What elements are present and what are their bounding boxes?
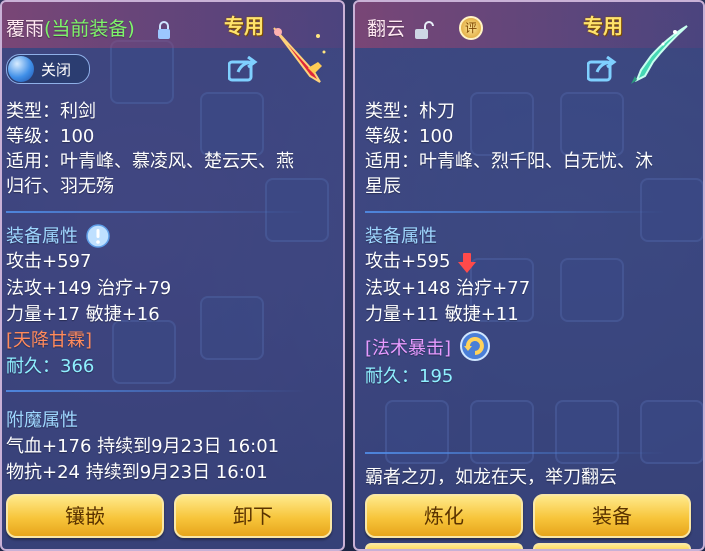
item-level: 等级：100 — [365, 126, 454, 147]
durability-label: 耐久： — [6, 356, 60, 377]
attack-stat: 攻击+595 — [365, 249, 450, 274]
usable-classes: 适用：叶青峰、慕凌风、楚云天、燕 — [6, 151, 294, 172]
item-description: 霸者之刃，如龙在天，举刀翻云 — [365, 467, 617, 488]
info-icon[interactable] — [86, 224, 110, 248]
special-skill: [天降甘霖] — [6, 330, 93, 351]
section-divider — [6, 390, 306, 392]
magic-heal-stat: 法攻+148 治疗+77 — [365, 278, 531, 299]
unlock-icon[interactable] — [413, 20, 435, 40]
section-divider — [365, 452, 665, 454]
refine-button[interactable]: 炼化 — [365, 494, 523, 538]
exclusive-label: 专用 — [583, 14, 623, 38]
toggle-label: 关闭 — [41, 61, 72, 79]
display-toggle[interactable]: 关闭 — [6, 54, 90, 84]
sword-icon — [273, 27, 326, 83]
usable-classes-cont: 归行、羽无殇 — [6, 176, 114, 197]
section-divider — [6, 211, 306, 213]
lock-icon[interactable] — [156, 20, 172, 40]
usable-classes-cont: 星辰 — [365, 176, 401, 197]
compare-equipment-panel: 翻云 评 专用 类型：朴刀 等级：100 适用：叶青峰、烈千阳、白无忧、沐 星辰… — [353, 0, 705, 551]
exclusive-label: 专用 — [224, 14, 264, 38]
str-agi-stat: 力量+17 敏捷+16 — [6, 304, 160, 325]
item-name: 覆雨(当前装备) — [6, 14, 135, 41]
item-name-text: 覆雨 — [6, 18, 45, 40]
share-icon[interactable] — [228, 56, 258, 82]
durability-label: 耐久： — [365, 366, 419, 387]
section-divider — [365, 211, 665, 213]
attack-stat-text: 攻击+595 — [365, 251, 451, 272]
enchant-hp: 气血+176 持续到9月23日 16:01 — [6, 436, 280, 457]
attack-stat: 攻击+597 — [6, 251, 92, 272]
durability: 耐久：366 — [6, 354, 94, 379]
enchant-pdef: 物抗+24 持续到9月23日 16:01 — [6, 462, 268, 483]
attr-section-title: 装备属性 — [6, 226, 78, 247]
item-type: 类型：朴刀 — [365, 101, 455, 122]
enchant-section-title: 附魔属性 — [6, 410, 78, 431]
item-level: 等级：100 — [6, 126, 95, 147]
durability-value: 195 — [419, 366, 454, 387]
durability: 耐久：195 — [365, 364, 453, 389]
usable-classes: 适用：叶青峰、烈千阳、白无忧、沐 — [365, 151, 653, 172]
str-agi-stat: 力量+11 敏捷+11 — [365, 304, 519, 325]
blade-icon — [631, 25, 688, 84]
magic-heal-stat: 法攻+149 治疗+79 — [6, 278, 172, 299]
item-name: 翻云 — [367, 18, 406, 40]
unequip-button[interactable]: 卸下 — [174, 494, 332, 538]
special-skill: [法术暴击] — [365, 338, 452, 359]
equipped-tag: (当前装备) — [44, 18, 135, 40]
share-icon[interactable] — [587, 56, 617, 82]
item-type: 类型：利剑 — [6, 101, 96, 122]
toggle-knob — [8, 56, 34, 82]
equip-button[interactable]: 装备 — [533, 494, 691, 538]
durability-value: 366 — [60, 356, 95, 377]
rating-badge-icon[interactable]: 评 — [459, 16, 483, 40]
arrow-down-icon — [458, 253, 476, 273]
attr-section-title: 装备属性 — [365, 226, 437, 247]
current-equipment-panel: 覆雨(当前装备) 专用 关闭 类型：利剑 等级：100 适用：叶青峰、慕凌风、楚… — [0, 0, 345, 551]
extra-button[interactable] — [533, 543, 691, 549]
skill-refresh-icon[interactable] — [459, 330, 491, 362]
inlay-button[interactable]: 镶嵌 — [6, 494, 164, 538]
extra-button[interactable] — [365, 543, 523, 549]
